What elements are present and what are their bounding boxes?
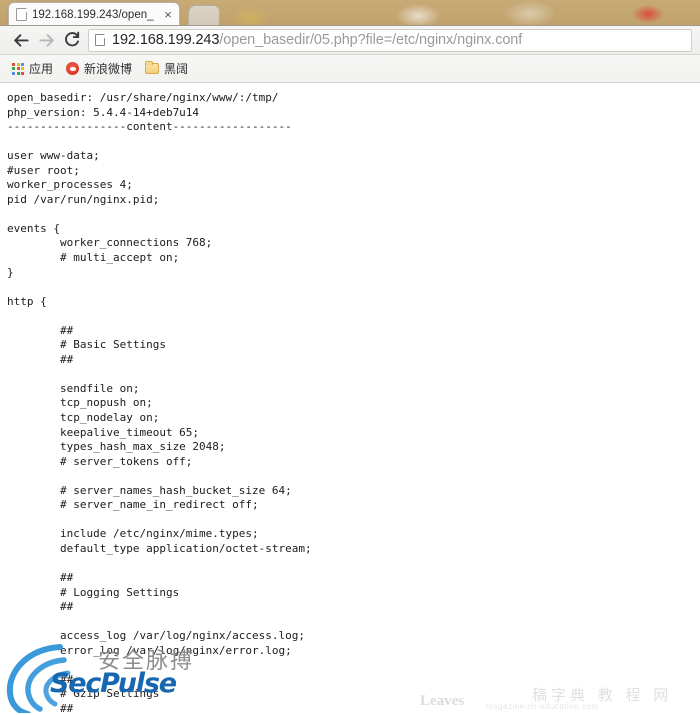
weibo-icon xyxy=(66,62,80,75)
forward-button[interactable] xyxy=(34,28,59,53)
apps-grid-icon xyxy=(12,62,24,75)
back-arrow-icon xyxy=(14,33,29,47)
tab-strip-divider xyxy=(0,25,700,26)
page-icon xyxy=(16,8,27,21)
browser-toolbar: 192.168.199.243/open_basedir/05.php?file… xyxy=(0,26,700,55)
reload-button[interactable] xyxy=(59,28,84,53)
bookmark-apps[interactable]: 应用 xyxy=(7,59,58,79)
url-path: /open_basedir/05.php?file=/etc/nginx/ngi… xyxy=(219,32,523,48)
bookmark-folder[interactable]: 黑阔 xyxy=(140,59,193,79)
bookmark-label: 应用 xyxy=(29,62,54,76)
forward-arrow-icon xyxy=(39,33,54,47)
reload-icon xyxy=(64,31,79,47)
bookmark-weibo[interactable]: 新浪微博 xyxy=(61,59,137,79)
browser-window: 192.168.199.243/open_ × 192.168.199.243/… xyxy=(0,0,700,715)
page-icon xyxy=(95,34,105,46)
back-button[interactable] xyxy=(9,28,34,53)
php-output-text: open_basedir: /usr/share/nginx/www/:/tmp… xyxy=(7,91,312,713)
folder-icon xyxy=(145,61,160,74)
bookmark-label: 黑阔 xyxy=(164,62,189,76)
bookmarks-bar: 应用 新浪微博 黑阔 xyxy=(0,55,700,83)
url-text: 192.168.199.243/open_basedir/05.php?file… xyxy=(112,31,522,49)
address-bar[interactable]: 192.168.199.243/open_basedir/05.php?file… xyxy=(88,28,692,52)
browser-tab[interactable]: 192.168.199.243/open_ × xyxy=(8,2,180,26)
close-icon[interactable]: × xyxy=(161,8,175,22)
tab-strip: 192.168.199.243/open_ × xyxy=(0,0,700,26)
new-tab-button[interactable] xyxy=(187,5,221,26)
page-content-area: open_basedir: /usr/share/nginx/www/:/tmp… xyxy=(0,83,700,713)
url-host: 192.168.199.243 xyxy=(112,32,220,48)
tab-title: 192.168.199.243/open_ xyxy=(32,8,154,21)
bookmark-label: 新浪微博 xyxy=(84,62,133,76)
